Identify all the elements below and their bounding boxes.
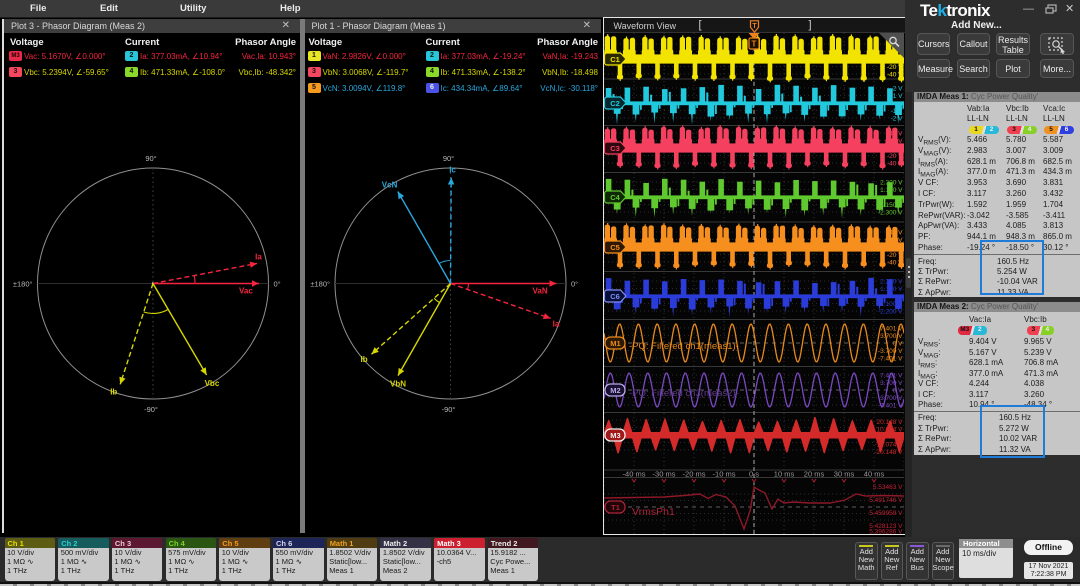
svg-text:20 ms: 20 ms	[803, 470, 824, 479]
svg-text:90°: 90°	[442, 154, 453, 163]
svg-text:-2.300 V: -2.300 V	[877, 210, 902, 217]
svg-text:2.200 V: 2.200 V	[880, 279, 903, 286]
svg-text:Ib: Ib	[360, 355, 367, 364]
svg-text:-PQ: Filtered ch3(meas2)-: -PQ: Filtered ch3(meas2)-	[629, 388, 739, 399]
svg-text:C3: C3	[610, 144, 620, 153]
svg-text:-30 ms: -30 ms	[652, 470, 675, 479]
svg-text:±180°: ±180°	[13, 279, 33, 288]
svg-text:-10.074 V: -10.074 V	[874, 442, 903, 449]
svg-text:-90°: -90°	[441, 405, 455, 414]
svg-text:-20 V: -20 V	[886, 153, 902, 160]
svg-text:-PQ: Filtered ch1(meas1)-: -PQ: Filtered ch1(meas1)-	[629, 341, 739, 352]
svg-text:Vbc: Vbc	[205, 379, 220, 388]
svg-text:VcN: VcN	[381, 180, 397, 189]
svg-text:5.459959 V: 5.459959 V	[869, 510, 903, 517]
svg-text:90°: 90°	[145, 154, 156, 163]
svg-text:10 ms: 10 ms	[773, 470, 794, 479]
svg-text:Ic: Ic	[449, 165, 456, 174]
svg-text:-40 ms: -40 ms	[622, 470, 645, 479]
svg-text:-2 V: -2 V	[890, 116, 903, 123]
svg-text:-40 V: -40 V	[886, 161, 902, 168]
svg-text:-10 ms: -10 ms	[712, 470, 735, 479]
svg-text:1.150 V: 1.150 V	[880, 187, 903, 194]
svg-text:VbN: VbN	[390, 379, 406, 388]
svg-text:2.300 V: 2.300 V	[880, 180, 903, 187]
svg-text:C2: C2	[610, 99, 620, 108]
svg-text:30 ms: 30 ms	[833, 470, 854, 479]
svg-text:0 V: 0 V	[892, 341, 902, 348]
svg-text:C4: C4	[610, 193, 620, 202]
svg-text:5.53463 V: 5.53463 V	[872, 484, 902, 491]
svg-text:Ia: Ia	[552, 319, 559, 328]
svg-text:40 V: 40 V	[889, 131, 903, 138]
svg-text:20.148 V: 20.148 V	[876, 419, 903, 426]
svg-text:M3: M3	[610, 431, 620, 440]
svg-text:-1 V: -1 V	[890, 108, 903, 115]
svg-text:VrmsPh1: VrmsPh1	[632, 506, 675, 518]
svg-text:-1.100 V: -1.100 V	[877, 301, 902, 308]
svg-text:M2: M2	[610, 386, 620, 395]
svg-text:T: T	[751, 40, 756, 49]
svg-text:40 ms: 40 ms	[863, 470, 884, 479]
svg-text:-1.150 V: -1.150 V	[877, 202, 902, 209]
svg-text:3.700 V: 3.700 V	[880, 333, 903, 340]
svg-text:7.401 V: 7.401 V	[880, 326, 903, 333]
svg-text:-20.148 V: -20.148 V	[874, 449, 903, 456]
svg-text:T1: T1	[611, 503, 620, 512]
svg-text:C1: C1	[610, 55, 620, 64]
svg-text:C6: C6	[610, 292, 620, 301]
svg-text:-90°: -90°	[144, 405, 158, 414]
svg-text:7.401 V: 7.401 V	[880, 373, 903, 380]
svg-text:1 V: 1 V	[892, 93, 902, 100]
svg-text:VaN: VaN	[532, 286, 547, 295]
svg-text:20 V: 20 V	[889, 138, 903, 145]
svg-text:C5: C5	[610, 243, 620, 252]
svg-text:M1: M1	[610, 339, 620, 348]
svg-text:-3.700 V: -3.700 V	[877, 395, 902, 402]
svg-text:-7.401 V: -7.401 V	[877, 356, 902, 363]
svg-text:2 V: 2 V	[892, 86, 902, 93]
svg-text:-40 V: -40 V	[886, 72, 902, 79]
svg-text:±180°: ±180°	[310, 279, 330, 288]
svg-text:10.074 V: 10.074 V	[876, 427, 903, 434]
svg-text:-3.700 V: -3.700 V	[877, 348, 902, 355]
svg-text:0°: 0°	[274, 279, 281, 288]
svg-text:3.700 V: 3.700 V	[880, 380, 903, 387]
svg-text:5.396286 V: 5.396286 V	[869, 529, 903, 535]
svg-text:-40 V: -40 V	[886, 260, 902, 267]
svg-text:-20 V: -20 V	[886, 64, 902, 71]
svg-text:40 V: 40 V	[889, 230, 903, 237]
svg-text:20 V: 20 V	[889, 237, 903, 244]
svg-text:0 s: 0 s	[748, 470, 758, 479]
svg-text:1.100 V: 1.100 V	[880, 286, 903, 293]
svg-text:0°: 0°	[571, 279, 578, 288]
svg-text:-20 V: -20 V	[886, 252, 902, 259]
svg-text:-2.200 V: -2.200 V	[877, 309, 902, 316]
svg-text:-20 ms: -20 ms	[682, 470, 705, 479]
svg-text:0 V: 0 V	[892, 388, 902, 395]
svg-text:Ib: Ib	[110, 387, 117, 396]
svg-text:T: T	[752, 22, 757, 29]
svg-text:Ia: Ia	[255, 252, 262, 261]
svg-text:Vac: Vac	[239, 286, 253, 295]
svg-text:-7.401 V: -7.401 V	[877, 403, 902, 410]
svg-text:5.491746 V: 5.491746 V	[869, 497, 903, 504]
